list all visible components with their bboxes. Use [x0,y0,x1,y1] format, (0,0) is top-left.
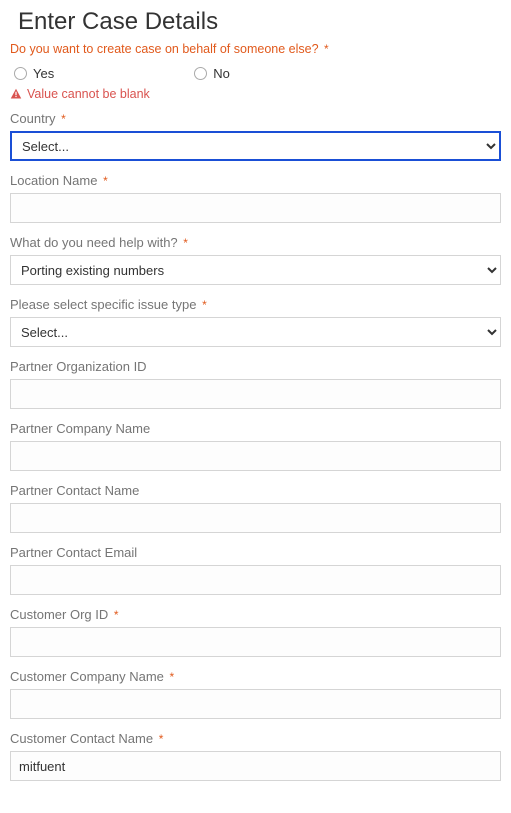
field-help-with: What do you need help with? * Porting ex… [10,235,501,285]
partner-org-id-label: Partner Organization ID [10,359,501,374]
radio-no[interactable]: No [194,66,230,81]
customer-company-input[interactable] [10,689,501,719]
customer-company-label-text: Customer Company Name [10,669,164,684]
radio-yes-label: Yes [33,66,54,81]
issue-type-label-text: Please select specific issue type [10,297,196,312]
partner-company-label: Partner Company Name [10,421,501,436]
radio-circle-icon [194,67,207,80]
location-name-label: Location Name * [10,173,501,188]
customer-contact-name-label: Customer Contact Name * [10,731,501,746]
help-with-select[interactable]: Porting existing numbers [10,255,501,285]
partner-contact-email-input[interactable] [10,565,501,595]
partner-contact-name-input[interactable] [10,503,501,533]
field-partner-company: Partner Company Name [10,421,501,471]
radio-no-label: No [213,66,230,81]
behalf-error: Value cannot be blank [10,87,501,101]
customer-contact-name-input[interactable] [10,751,501,781]
country-label: Country * [10,111,501,126]
field-issue-type: Please select specific issue type * Sele… [10,297,501,347]
partner-contact-name-label: Partner Contact Name [10,483,501,498]
partner-contact-email-label-text: Partner Contact Email [10,545,137,560]
field-customer-org-id: Customer Org ID * [10,607,501,657]
issue-type-select[interactable]: Select... [10,317,501,347]
partner-company-label-text: Partner Company Name [10,421,150,436]
customer-contact-name-label-text: Customer Contact Name [10,731,153,746]
required-star-icon: * [202,298,207,312]
required-star-icon: * [114,608,119,622]
required-star-icon: * [183,236,188,250]
country-label-text: Country [10,111,56,126]
radio-circle-icon [14,67,27,80]
customer-org-id-label: Customer Org ID * [10,607,501,622]
field-partner-org-id: Partner Organization ID [10,359,501,409]
field-customer-contact-name: Customer Contact Name * [10,731,501,781]
behalf-error-text: Value cannot be blank [27,87,150,101]
field-partner-contact-email: Partner Contact Email [10,545,501,595]
required-star-icon: * [324,42,329,56]
help-with-label-text: What do you need help with? [10,235,178,250]
partner-contact-name-label-text: Partner Contact Name [10,483,139,498]
required-star-icon: * [103,174,108,188]
warning-triangle-icon [10,88,22,100]
behalf-question-text: Do you want to create case on behalf of … [10,42,319,56]
field-country: Country * Select... [10,111,501,161]
behalf-radio-group: Yes No [14,66,501,81]
required-star-icon: * [159,732,164,746]
location-name-input[interactable] [10,193,501,223]
radio-yes[interactable]: Yes [14,66,54,81]
help-with-label: What do you need help with? * [10,235,501,250]
customer-org-id-label-text: Customer Org ID [10,607,108,622]
partner-org-id-label-text: Partner Organization ID [10,359,147,374]
partner-company-input[interactable] [10,441,501,471]
field-partner-contact-name: Partner Contact Name [10,483,501,533]
customer-org-id-input[interactable] [10,627,501,657]
customer-company-label: Customer Company Name * [10,669,501,684]
issue-type-label: Please select specific issue type * [10,297,501,312]
field-location-name: Location Name * [10,173,501,223]
country-select[interactable]: Select... [10,131,501,161]
required-star-icon: * [61,112,66,126]
behalf-question: Do you want to create case on behalf of … [10,42,501,56]
location-name-label-text: Location Name [10,173,97,188]
required-star-icon: * [170,670,175,684]
partner-contact-email-label: Partner Contact Email [10,545,501,560]
partner-org-id-input[interactable] [10,379,501,409]
page-title: Enter Case Details [18,8,501,36]
field-customer-company: Customer Company Name * [10,669,501,719]
